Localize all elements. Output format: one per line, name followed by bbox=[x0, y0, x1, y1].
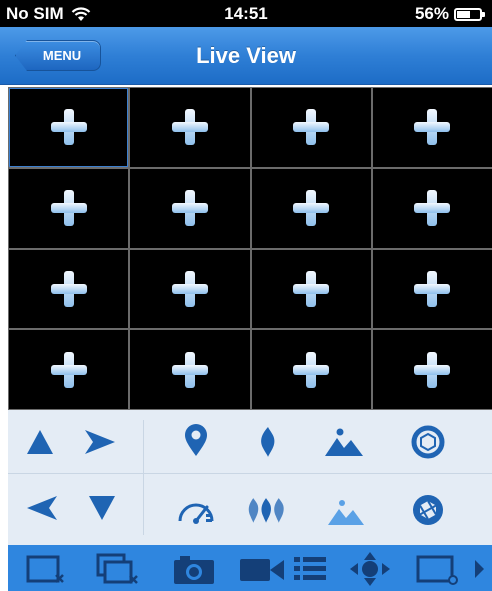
add-camera-plus-icon[interactable] bbox=[414, 190, 451, 227]
record-video-icon[interactable] bbox=[238, 551, 286, 587]
add-camera-plus-icon[interactable] bbox=[414, 270, 451, 307]
video-channel-cell[interactable] bbox=[372, 168, 492, 248]
add-camera-plus-icon[interactable] bbox=[293, 351, 330, 388]
add-camera-plus-icon[interactable] bbox=[414, 351, 451, 388]
navigation-bar: MENU Live View bbox=[0, 27, 492, 85]
video-channel-cell[interactable] bbox=[372, 330, 492, 409]
add-camera-plus-icon[interactable] bbox=[171, 270, 208, 307]
add-camera-plus-icon[interactable] bbox=[171, 109, 208, 146]
column-divider bbox=[143, 420, 144, 535]
row-divider bbox=[8, 473, 492, 474]
video-channel-cell[interactable] bbox=[251, 88, 371, 167]
iris-close-icon[interactable] bbox=[408, 490, 448, 530]
page-title: Live View bbox=[196, 43, 296, 68]
video-channel-cell[interactable] bbox=[130, 88, 250, 167]
add-camera-plus-icon[interactable] bbox=[50, 190, 87, 227]
close-all-channels-icon[interactable] bbox=[96, 551, 140, 587]
ptz-control-panel bbox=[8, 410, 492, 545]
zoom-out-mountain-icon[interactable] bbox=[326, 492, 366, 532]
arrow-left-icon[interactable] bbox=[22, 488, 62, 528]
video-channel-cell[interactable] bbox=[251, 168, 371, 248]
focus-far-icon[interactable] bbox=[246, 490, 286, 530]
battery-indicator: 56% bbox=[414, 4, 485, 24]
battery-icon bbox=[454, 8, 485, 21]
video-channel-cell[interactable] bbox=[251, 330, 371, 409]
video-channel-cell[interactable] bbox=[9, 330, 129, 409]
video-channel-cell[interactable] bbox=[130, 168, 250, 248]
live-view-grid bbox=[8, 87, 492, 410]
speed-gauge-icon[interactable] bbox=[176, 490, 216, 530]
video-channel-cell[interactable] bbox=[372, 249, 492, 329]
arrow-up-icon[interactable] bbox=[20, 422, 60, 462]
add-camera-plus-icon[interactable] bbox=[293, 190, 330, 227]
ptz-move-icon[interactable] bbox=[348, 551, 392, 587]
add-camera-plus-icon[interactable] bbox=[293, 109, 330, 146]
video-channel-cell[interactable] bbox=[9, 168, 129, 248]
add-camera-plus-icon[interactable] bbox=[293, 270, 330, 307]
snapshot-camera-icon[interactable] bbox=[172, 551, 216, 587]
add-camera-plus-icon[interactable] bbox=[171, 351, 208, 388]
arrow-right-icon[interactable] bbox=[80, 422, 120, 462]
video-channel-cell[interactable] bbox=[9, 88, 129, 167]
add-camera-plus-icon[interactable] bbox=[50, 270, 87, 307]
battery-percent: 56% bbox=[414, 4, 449, 23]
add-camera-plus-icon[interactable] bbox=[50, 351, 87, 388]
video-channel-cell[interactable] bbox=[372, 88, 492, 167]
video-channel-cell[interactable] bbox=[130, 330, 250, 409]
zoom-in-mountain-icon[interactable] bbox=[324, 422, 364, 462]
close-channel-icon[interactable] bbox=[26, 551, 66, 587]
add-camera-plus-icon[interactable] bbox=[50, 109, 87, 146]
add-camera-plus-icon[interactable] bbox=[414, 109, 451, 146]
video-channel-cell[interactable] bbox=[9, 249, 129, 329]
bottom-toolbar bbox=[8, 545, 492, 591]
status-bar: No SIM 14:51 56% bbox=[0, 0, 492, 27]
video-channel-cell[interactable] bbox=[251, 249, 371, 329]
arrow-down-icon[interactable] bbox=[82, 488, 122, 528]
focus-near-icon[interactable] bbox=[248, 422, 288, 462]
more-arrow-icon[interactable] bbox=[468, 551, 490, 587]
multi-screen-icon[interactable] bbox=[416, 551, 460, 587]
iris-open-icon[interactable] bbox=[408, 422, 448, 462]
add-camera-plus-icon[interactable] bbox=[171, 190, 208, 227]
list-icon[interactable] bbox=[290, 551, 330, 587]
preset-location-icon[interactable] bbox=[176, 420, 216, 460]
video-channel-cell[interactable] bbox=[130, 249, 250, 329]
